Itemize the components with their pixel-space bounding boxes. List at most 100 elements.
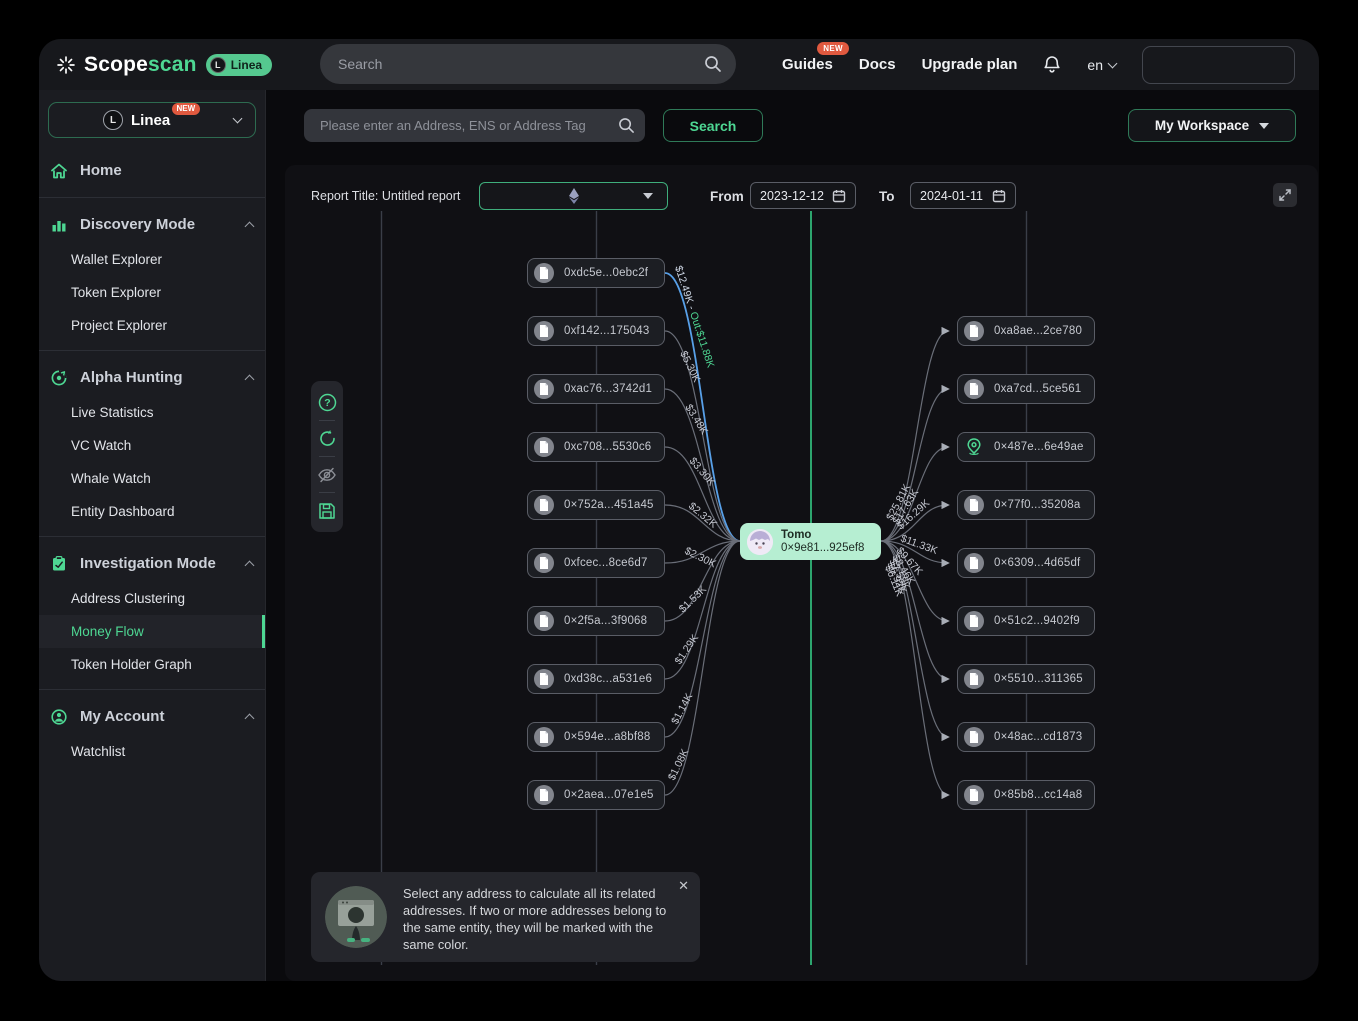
sidebar-item-entity-dashboard[interactable]: Entity Dashboard — [39, 495, 265, 528]
refresh-button[interactable] — [311, 424, 343, 453]
linea-icon: L — [210, 57, 226, 73]
svg-text:?: ? — [324, 397, 330, 409]
address-node[interactable]: 0xd38c...a531e6 — [527, 664, 665, 694]
help-button[interactable]: ? — [311, 388, 343, 417]
token-select[interactable] — [479, 182, 668, 210]
document-icon — [534, 727, 554, 747]
address-search — [304, 109, 645, 142]
address-node[interactable]: 0×51c2...9402f9 — [957, 606, 1095, 636]
address-node[interactable]: 0xa8ae...2ce780 — [957, 316, 1095, 346]
hint-illustration — [325, 886, 387, 948]
hide-addresses-button[interactable] — [311, 460, 343, 489]
document-icon — [534, 495, 554, 515]
address-node[interactable]: 0×2aea...07e1e5 — [527, 780, 665, 810]
sidebar-item-address-clustering[interactable]: Address Clustering — [39, 582, 265, 615]
hint-tooltip: ✕ Select any address to calculate all it… — [311, 872, 700, 962]
nav-guides[interactable]: NEW Guides — [782, 56, 833, 73]
sidebar-section-investigation-mode[interactable]: Investigation Mode — [39, 545, 265, 582]
document-icon — [534, 785, 554, 805]
address-node[interactable]: 0xfcec...8ce6d7 — [527, 548, 665, 578]
report-header: Report Title: Untitled report From 2023-… — [285, 165, 1318, 221]
network-new-badge: NEW — [172, 103, 201, 115]
sidebar-section-my-account[interactable]: My Account — [39, 698, 265, 735]
sidebar-item-token-explorer[interactable]: Token Explorer — [39, 276, 265, 309]
to-label: To — [879, 189, 895, 204]
linea-network-badge[interactable]: L Linea — [206, 54, 272, 76]
network-selector[interactable]: L LineaNEW — [48, 102, 256, 138]
divider — [39, 350, 265, 351]
to-date-input[interactable]: 2024-01-11 — [910, 182, 1016, 209]
edge-amount-label: $3.48K — [682, 402, 710, 437]
sidebar-item-whale-watch[interactable]: Whale Watch — [39, 462, 265, 495]
nav-docs[interactable]: Docs — [859, 56, 896, 73]
sidebar-item-token-holder-graph[interactable]: Token Holder Graph — [39, 648, 265, 681]
avatar — [747, 529, 773, 555]
wallet-button[interactable] — [1142, 46, 1295, 84]
address-node[interactable]: 0xf142...175043 — [527, 316, 665, 346]
sidebar-item-home[interactable]: Home — [39, 152, 265, 189]
from-date-input[interactable]: 2023-12-12 — [750, 182, 856, 209]
document-icon — [964, 379, 984, 399]
sidebar-item-live-statistics[interactable]: Live Statistics — [39, 396, 265, 429]
address-node[interactable]: 0×48ac...cd1873 — [957, 722, 1095, 752]
nav-upgrade-plan[interactable]: Upgrade plan — [922, 56, 1018, 73]
brand-name: Scopescan — [84, 53, 197, 77]
sidebar-item-money-flow[interactable]: Money Flow — [39, 615, 265, 648]
document-icon — [964, 785, 984, 805]
caret-down-icon — [1259, 123, 1269, 129]
address-node[interactable]: 0×85b8...cc14a8 — [957, 780, 1095, 810]
fullscreen-button[interactable] — [1273, 183, 1297, 207]
document-icon — [534, 379, 554, 399]
address-node[interactable]: 0×487e...6e49ae — [957, 432, 1095, 462]
save-button[interactable] — [311, 496, 343, 525]
center-address-node[interactable]: Tomo 0×9e81...925ef8 — [740, 523, 881, 560]
sidebar-item-wallet-explorer[interactable]: Wallet Explorer — [39, 243, 265, 276]
address-node[interactable]: 0xa7cd...5ce561 — [957, 374, 1095, 404]
document-icon — [964, 321, 984, 341]
hint-text: Select any address to calculate all its … — [403, 885, 686, 953]
sidebar-item-vc-watch[interactable]: VC Watch — [39, 429, 265, 462]
chevron-down-icon — [1108, 58, 1118, 68]
address-node[interactable]: 0xdc5e...0ebc2f — [527, 258, 665, 288]
search-icon[interactable] — [618, 117, 635, 134]
address-node[interactable]: 0×594e...a8bf88 — [527, 722, 665, 752]
sidebar-item-project-explorer[interactable]: Project Explorer — [39, 309, 265, 342]
edge-amount-label: $1.53K — [677, 583, 709, 615]
address-search-input[interactable] — [318, 117, 618, 134]
network-label: LineaNEW — [131, 112, 170, 129]
divider — [319, 456, 335, 457]
account-icon — [50, 708, 68, 726]
bar-chart-icon — [50, 216, 68, 234]
global-search-input[interactable] — [336, 55, 704, 73]
address-node[interactable]: 0xac76...3742d1 — [527, 374, 665, 404]
edge-amount-label: $1.08K — [666, 747, 691, 782]
address-node[interactable]: 0×752a...451a45 — [527, 490, 665, 520]
address-node[interactable]: 0×6309...4d65df — [957, 548, 1095, 578]
address-node[interactable]: 0×2f5a...3f9068 — [527, 606, 665, 636]
document-icon — [534, 669, 554, 689]
home-icon — [50, 162, 68, 180]
brand[interactable]: Scopescan L Linea — [39, 53, 272, 77]
address-node[interactable]: 0×77f0...35208a — [957, 490, 1095, 520]
sidebar-section-discovery-mode[interactable]: Discovery Mode — [39, 206, 265, 243]
chevron-up-icon — [245, 221, 255, 231]
notifications-bell-icon[interactable] — [1043, 55, 1061, 75]
search-icon[interactable] — [704, 55, 722, 73]
sidebar-section-alpha-hunting[interactable]: Alpha Hunting — [39, 359, 265, 396]
search-button[interactable]: Search — [663, 109, 763, 142]
linea-badge-label: Linea — [231, 58, 262, 72]
address-node[interactable]: 0xc708...5530c6 — [527, 432, 665, 462]
my-workspace-button[interactable]: My Workspace — [1128, 109, 1296, 142]
graph-edges: $12.49K - Out:$11.88K $5.30K $3.48K $3.3… — [285, 165, 1318, 981]
calendar-icon — [992, 189, 1006, 203]
linea-icon: L — [103, 110, 123, 130]
language-selector[interactable]: en — [1087, 57, 1116, 73]
money-flow-canvas[interactable]: $12.49K - Out:$11.88K $5.30K $3.48K $3.3… — [285, 165, 1318, 981]
divider — [319, 420, 335, 421]
address-node[interactable]: 0×5510...311365 — [957, 664, 1095, 694]
topnav: NEW Guides Docs Upgrade plan en — [782, 39, 1319, 90]
edge-amount-label: $2.30K — [683, 545, 718, 570]
graph-toolbar: ? — [311, 381, 343, 532]
document-icon — [534, 611, 554, 631]
sidebar-item-watchlist[interactable]: Watchlist — [39, 735, 265, 768]
